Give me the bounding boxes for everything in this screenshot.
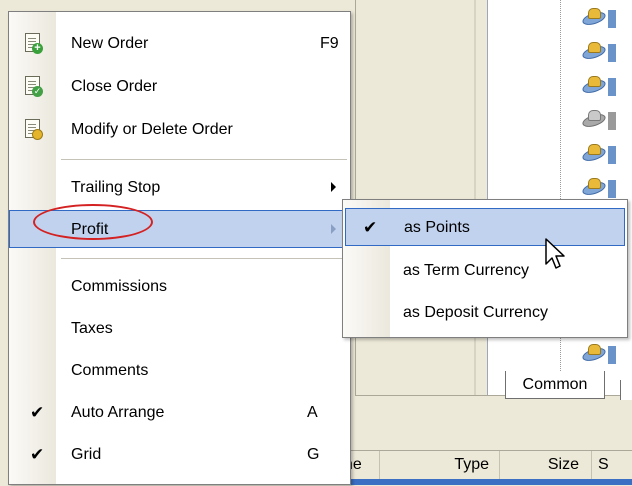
tab-edge (620, 380, 632, 400)
menu-item-trailing-stop[interactable]: Trailing Stop (9, 169, 350, 207)
submenu-arrow-icon (331, 182, 336, 192)
column-header-type[interactable]: Type (380, 451, 500, 479)
tab-common[interactable]: Common (505, 371, 605, 399)
symbol-label-stub (608, 346, 616, 364)
checkmark-icon: ✔ (30, 403, 45, 422)
submenu-item-as-deposit-currency[interactable]: as Deposit Currency (345, 294, 625, 332)
symbol-hat-icon[interactable] (580, 76, 608, 96)
symbol-label-stub (608, 180, 616, 198)
menu-item-label: Close Order (71, 78, 158, 95)
menu-separator (61, 258, 347, 259)
annotation-circle (33, 204, 153, 240)
checkmark-icon: ✔ (30, 445, 45, 464)
menu-item-label: Comments (71, 362, 149, 379)
menu-item-shortcut: G (307, 446, 320, 463)
column-header-s[interactable]: S (592, 451, 632, 479)
symbol-hat-gray-icon[interactable] (580, 110, 608, 130)
modify-order-icon (25, 119, 43, 140)
symbol-label-stub (608, 44, 616, 62)
menu-item-label: Auto Arrange (71, 404, 165, 421)
submenu-item-label: as Points (404, 219, 470, 236)
submenu-item-as-term-currency[interactable]: as Term Currency (345, 252, 625, 290)
symbol-hat-icon[interactable] (580, 42, 608, 62)
new-order-icon: + (25, 33, 43, 54)
menu-item-label: Commissions (71, 278, 168, 295)
close-order-icon: ✓ (25, 76, 43, 97)
menu-item-shortcut: F9 (320, 35, 339, 52)
menu-item-label: Modify or Delete Order (71, 121, 233, 138)
symbol-label-stub (608, 78, 616, 96)
menu-item-taxes[interactable]: Taxes (9, 310, 350, 348)
submenu-arrow-icon (331, 224, 336, 234)
submenu-item-label: as Deposit Currency (403, 304, 548, 321)
menu-item-grid[interactable]: ✔ Grid G (9, 436, 350, 474)
menu-item-auto-arrange[interactable]: ✔ Auto Arrange A (9, 394, 350, 432)
menu-item-label: Taxes (71, 320, 113, 337)
symbol-hat-icon[interactable] (580, 144, 608, 164)
menu-item-close-order[interactable]: ✓ Close Order (9, 68, 350, 106)
menu-item-comments[interactable]: Comments (9, 352, 350, 390)
menu-item-label: New Order (71, 35, 149, 52)
mouse-pointer-icon (545, 238, 565, 269)
symbol-label-stub (608, 112, 616, 130)
checkmark-icon: ✔ (363, 218, 378, 237)
symbol-label-stub (608, 10, 616, 28)
symbol-label-stub (608, 146, 616, 164)
column-header-size[interactable]: Size (500, 451, 592, 479)
profit-submenu: ✔ as Points as Term Currency as Deposit … (342, 199, 628, 338)
submenu-item-label: as Term Currency (403, 262, 529, 279)
symbol-hat-icon[interactable] (580, 344, 608, 364)
selected-row-bar (330, 479, 632, 485)
submenu-item-as-points[interactable]: ✔ as Points (345, 208, 625, 246)
menu-separator (61, 159, 347, 160)
symbol-hat-icon[interactable] (580, 8, 608, 28)
menu-item-label: Grid (71, 446, 102, 463)
context-menu: + New Order F9 ✓ Close Order Modify or D… (8, 11, 351, 485)
menu-item-label: Trailing Stop (71, 179, 161, 196)
symbol-hat-icon[interactable] (580, 178, 608, 198)
menu-item-modify-order[interactable]: Modify or Delete Order (9, 111, 350, 149)
menu-item-new-order[interactable]: + New Order F9 (9, 25, 350, 63)
menu-item-shortcut: A (307, 404, 318, 421)
menu-item-commissions[interactable]: Commissions (9, 268, 350, 306)
